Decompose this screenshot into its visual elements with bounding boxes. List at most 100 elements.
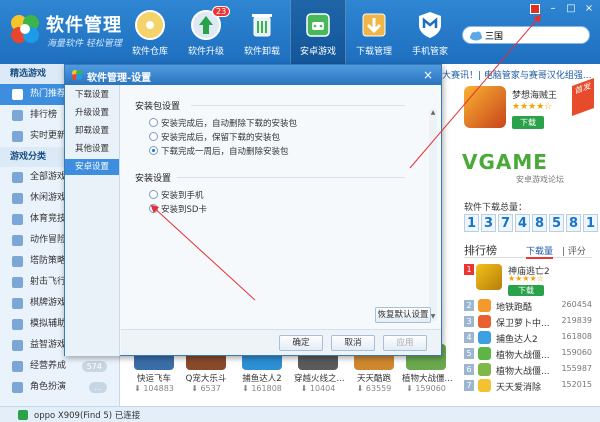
window-controls: – □ × [530,4,594,14]
game-icon [478,331,491,344]
game-thumbnail [476,264,502,290]
rank-number: 7 [464,380,474,391]
nav-software-uninstall[interactable]: 软件卸载 [234,0,290,64]
game-name: 快运飞车 [136,374,171,384]
vgame-banner[interactable]: VGAME 安卓游戏论坛 [462,150,590,194]
sidebar-item-label: 排行榜 [30,110,58,120]
download-count: ⬇ 63559 [356,384,392,393]
tab-downloads[interactable]: 下载量 [526,244,554,259]
download-count-value: 63559 [365,384,392,393]
option-label: 下载完成一周后，自动删除安装包 [161,147,289,157]
radio-delete-after-week[interactable]: 下载完成一周后，自动删除安装包 [149,145,289,157]
sidebar-item-management[interactable]: 经营养成 574 [0,356,119,377]
cloud-search-icon[interactable] [469,30,483,41]
apply-button[interactable]: 应用 [383,335,427,351]
counter-digit: 1 [464,214,479,232]
ranking-row[interactable]: 4 捕鱼达人2 161808 [462,330,596,346]
device-status: oppo X909(Find 5) 已连接 [34,411,141,421]
sidebar-item-label: 角色扮演 [30,382,67,392]
sidebar-item-rpg[interactable]: 角色扮演... [0,377,119,398]
game-icon [478,315,491,328]
scroll-up-icon[interactable]: ▲ [429,109,437,117]
featured-game-name[interactable]: 梦想海贼王 [512,88,557,101]
dialog-titlebar[interactable]: 软件管理-设置 × [65,65,441,85]
radio-install-to-phone[interactable]: 安装到手机 [149,189,204,201]
app-title: 软件管理 [46,15,122,36]
settings-tab-other[interactable]: 其他设置 [65,141,119,157]
download-count: 159060 [561,348,592,357]
counter-digit: 1 [583,214,598,232]
ranking-top-item[interactable]: 1 神庙逃亡2 ★★★★☆ 下载 [462,262,596,298]
download-count: 219839 [561,316,592,325]
sidebar-item-label: 全部游戏 [30,172,67,182]
ranking-icon [12,110,23,121]
restore-defaults-button[interactable]: 恢复默认设置 [375,307,431,323]
upgrade-count-badge: 23 [212,6,231,17]
nav-label: 安卓游戏 [299,47,336,57]
tab-rating[interactable]: | 评分 [562,244,586,257]
radio-circle [149,146,158,155]
settings-tab-upgrade[interactable]: 升级设置 [65,105,119,121]
download-button[interactable]: 下载 [508,285,544,296]
download-count: 155987 [561,364,592,373]
download-total-label: 软件下载总量： [464,203,528,213]
app-subtitle: 海量软件 轻松管理 [47,39,122,49]
game-name: 天天爱消除 [496,383,542,393]
clock-icon [12,131,23,142]
android-games-icon [306,13,330,37]
skin-button[interactable] [530,4,540,14]
game-name: 植物大战僵... [402,374,453,384]
game-name: 保卫萝卜中... [496,319,550,329]
grid-icon [12,172,23,183]
ball-icon [12,214,23,225]
settings-tab-android[interactable]: 安卓设置 [65,159,119,175]
vgame-logo: VGAME [462,150,548,174]
dialog-title: 软件管理-设置 [87,73,152,84]
ranking-row[interactable]: 6 植物大战僵... 155987 [462,362,596,378]
divider [191,105,405,106]
coin-icon [12,361,23,372]
minimize-icon[interactable]: – [548,4,558,14]
news-ticker[interactable]: 大赛讯！| 电脑管家与赛哥汉化组强... [442,68,591,81]
nav-phone-manager[interactable]: 手机管家 [402,0,458,64]
ranking-list: 1 神庙逃亡2 ★★★★☆ 下载 2 地铁跑酷 260454 3 保卫萝卜中... 21… [462,262,596,394]
nav-download-manager[interactable]: 下载管理 [346,0,402,64]
search-input[interactable] [485,29,575,42]
settings-nav: 下载设置 升级设置 卸载设置 其他设置 安卓设置 [65,85,120,356]
sidebar-item-label: 棋牌游戏 [30,298,67,308]
settings-tab-download[interactable]: 下载设置 [65,87,119,103]
ranking-row[interactable]: 2 地铁跑酷 260454 [462,298,596,314]
featured-game-thumbnail[interactable] [464,86,506,128]
rank-number: 2 [464,300,474,311]
ranking-row[interactable]: 3 保卫萝卜中... 219839 [462,314,596,330]
sidebar-item-label: 射击飞行 [30,277,67,287]
settings-tab-uninstall[interactable]: 卸载设置 [65,123,119,139]
ranking-row[interactable]: 7 天天爱消除 152015 [462,378,596,394]
settings-scrollbar[interactable]: ▲ ▼ [429,109,437,321]
nav-software-upgrade[interactable]: 23 软件升级 [178,0,234,64]
download-count: ⬇ 10404 [300,384,336,393]
radio-keep-after-install[interactable]: 安装完成后，保留下载的安装包 [149,131,280,143]
nav-software-store[interactable]: 软件仓库 [122,0,178,64]
maximize-icon[interactable]: □ [566,4,576,14]
radio-install-to-sd[interactable]: 安装到SD卡 [149,203,207,215]
download-counter: 1 3 7 4 8 5 8 1 [464,214,598,232]
nav-android-games[interactable]: 安卓游戏 [290,0,346,64]
download-button[interactable]: 下载 [512,116,544,129]
ranking-row[interactable]: 5 植物大战僵... 159060 [462,346,596,362]
dialog-close-icon[interactable]: × [421,68,435,82]
close-icon[interactable]: × [584,4,594,14]
radio-circle [149,132,158,141]
first-release-ribbon: 首发 [572,77,594,117]
download-count-value: 161808 [251,384,282,393]
cancel-button[interactable]: 取消 [331,335,375,351]
app-logo-icon [11,15,39,43]
counter-digit: 4 [515,214,530,232]
rank-number: 4 [464,332,474,343]
radio-delete-after-install[interactable]: 安装完成后，自动删除下载的安装包 [149,117,297,129]
ok-button[interactable]: 确定 [279,335,323,351]
download-count: ⬇ 6537 [191,384,221,393]
trash-icon [252,14,272,37]
download-count-value: 10404 [309,384,336,393]
search-box [462,26,590,44]
